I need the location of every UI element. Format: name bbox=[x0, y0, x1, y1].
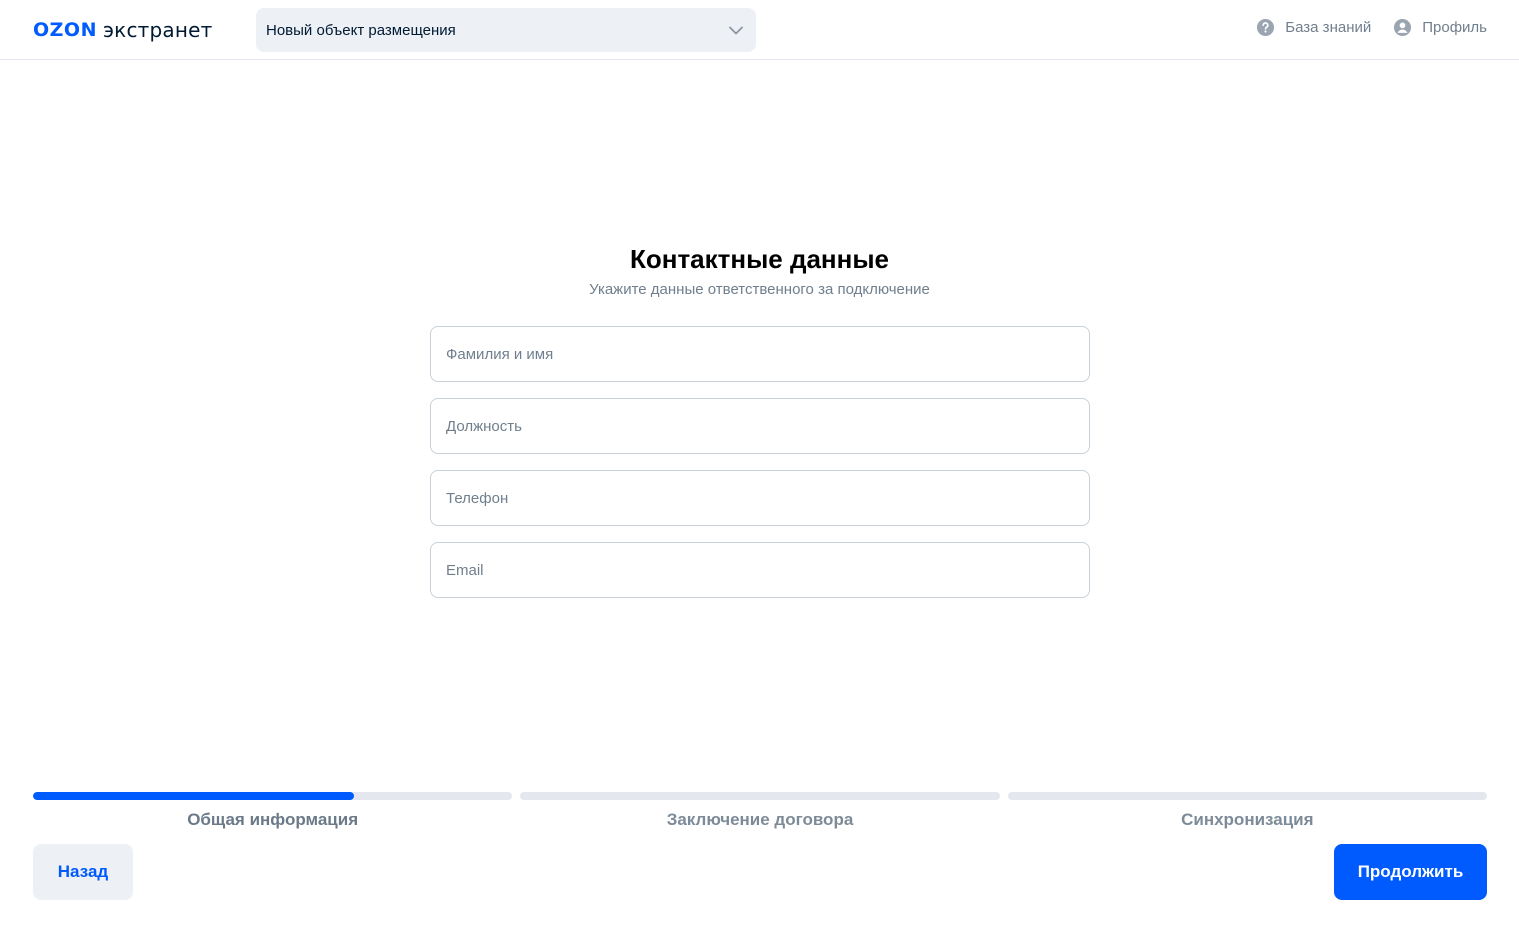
position-input[interactable] bbox=[446, 399, 1074, 453]
knowledge-base-label: База знаний bbox=[1285, 19, 1372, 36]
full-name-input[interactable] bbox=[446, 327, 1074, 381]
step-label: Общая информация bbox=[187, 810, 359, 829]
profile-label: Профиль bbox=[1422, 19, 1487, 36]
profile-link[interactable]: Профиль bbox=[1393, 18, 1487, 37]
page-title: Контактные данные bbox=[629, 244, 890, 274]
step-contract: Заключение договора bbox=[520, 792, 1000, 830]
phone-input[interactable] bbox=[446, 471, 1074, 525]
property-select-value: Новый объект размещения bbox=[266, 21, 456, 39]
phone-field[interactable] bbox=[430, 470, 1090, 526]
top-header: OZON экстранет Новый объект размещения Б… bbox=[0, 0, 1519, 60]
chevron-down-icon bbox=[726, 20, 746, 40]
logo-product: экстранет bbox=[102, 18, 213, 42]
step-track bbox=[33, 792, 513, 800]
top-nav: База знаний Профиль bbox=[1256, 18, 1487, 37]
knowledge-base-link[interactable]: База знаний bbox=[1256, 18, 1371, 37]
user-circle-icon bbox=[1394, 18, 1412, 37]
step-progress-fill bbox=[33, 792, 355, 800]
full-name-field[interactable] bbox=[430, 326, 1090, 382]
step-track bbox=[520, 792, 1000, 800]
step-label: Синхронизация bbox=[1181, 810, 1314, 829]
email-input[interactable] bbox=[446, 543, 1074, 597]
logo[interactable]: OZON экстранет bbox=[33, 16, 212, 44]
step-track bbox=[1007, 792, 1487, 800]
email-field[interactable] bbox=[430, 542, 1090, 598]
help-circle-icon bbox=[1257, 18, 1275, 37]
position-field[interactable] bbox=[430, 398, 1090, 454]
property-select[interactable]: Новый объект размещения bbox=[256, 8, 756, 52]
back-button[interactable]: Назад bbox=[33, 844, 133, 900]
step-general-info: Общая информация bbox=[33, 792, 513, 830]
logo-brand: OZON bbox=[33, 19, 97, 41]
page-subtitle: Укажите данные ответственного за подключ… bbox=[589, 281, 930, 298]
continue-button[interactable]: Продолжить bbox=[1334, 844, 1487, 900]
step-label: Заключение договора bbox=[666, 810, 854, 829]
progress-steps: Общая информация Заключение договора Син… bbox=[33, 792, 1487, 830]
step-sync: Синхронизация bbox=[1007, 792, 1487, 830]
